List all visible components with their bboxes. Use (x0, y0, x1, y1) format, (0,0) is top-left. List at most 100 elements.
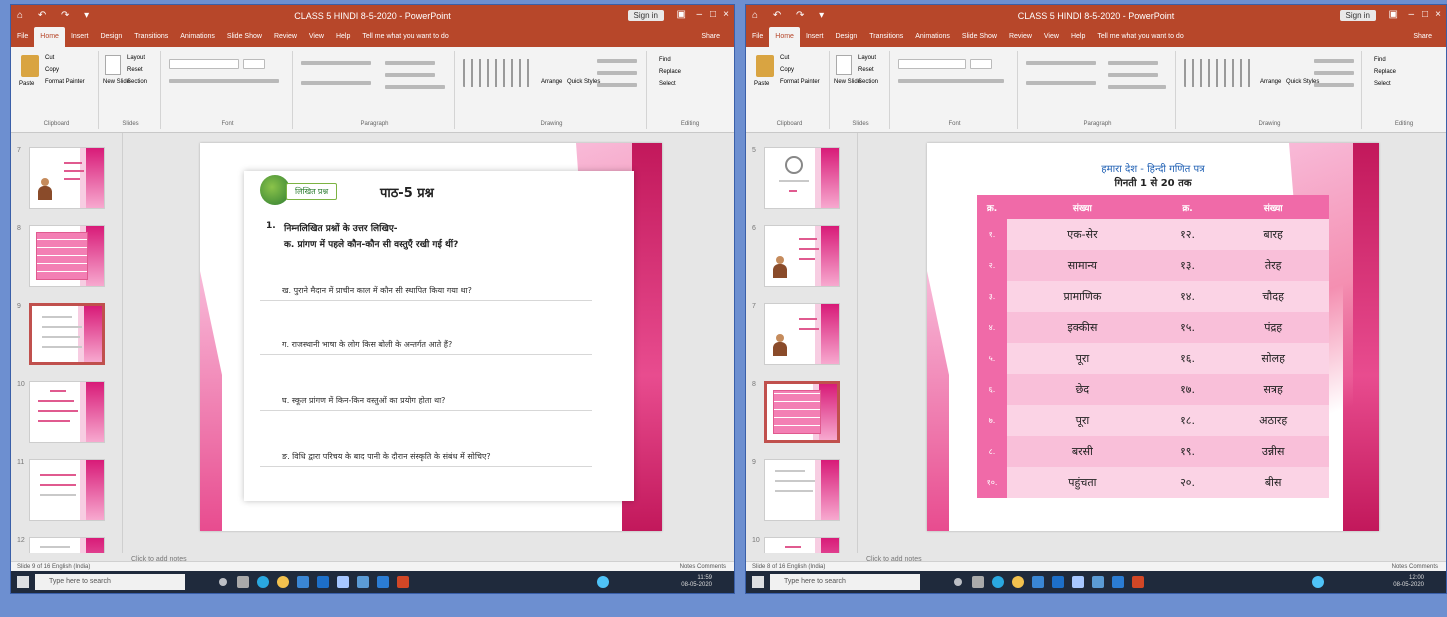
font-name-dropdown[interactable] (169, 59, 239, 69)
alignment-buttons[interactable] (301, 81, 371, 85)
shape-effects-button[interactable] (1314, 83, 1354, 87)
shape-effects-button[interactable] (597, 83, 637, 87)
close-icon[interactable]: × (1435, 9, 1441, 20)
slide-thumbnail[interactable] (29, 459, 105, 521)
convert-smartart-button[interactable] (385, 85, 445, 89)
security-icon[interactable] (1072, 576, 1084, 588)
tab-file[interactable]: File (746, 27, 769, 40)
tab-view[interactable]: View (303, 27, 330, 40)
font-format-buttons[interactable] (898, 79, 1004, 83)
chrome-icon[interactable] (1012, 576, 1024, 588)
paste-label[interactable]: Paste (19, 81, 34, 87)
shape-fill-button[interactable] (597, 59, 637, 63)
powerpoint-icon[interactable] (397, 576, 409, 588)
slide-thumbnail[interactable] (764, 147, 840, 209)
windows-start-icon[interactable] (17, 576, 29, 588)
paste-label[interactable]: Paste (754, 81, 769, 87)
slide-thumbnail-selected[interactable] (764, 381, 840, 443)
status-view-buttons[interactable]: Notes Comments (1392, 564, 1438, 570)
task-view-icon[interactable] (972, 576, 984, 588)
sign-in-button[interactable]: Sign in (1339, 10, 1376, 21)
slide-thumbnail[interactable] (29, 381, 105, 443)
shape-outline-button[interactable] (597, 71, 637, 75)
tab-design[interactable]: Design (829, 27, 863, 40)
cortana-icon[interactable] (219, 578, 227, 586)
explorer-icon[interactable] (297, 576, 309, 588)
tab-view[interactable]: View (1038, 27, 1065, 40)
tab-help[interactable]: Help (330, 27, 356, 40)
font-format-buttons[interactable] (169, 79, 279, 83)
tab-transitions[interactable]: Transitions (863, 27, 909, 40)
text-direction-button[interactable] (1108, 61, 1158, 65)
maximize-icon[interactable]: □ (1422, 9, 1428, 20)
new-slide-button[interactable]: New Slide (834, 79, 861, 85)
tab-animations[interactable]: Animations (909, 27, 956, 40)
paste-icon[interactable] (21, 55, 39, 77)
slide-thumbnail-selected[interactable] (29, 303, 105, 365)
maximize-icon[interactable]: □ (710, 9, 716, 20)
edge-icon[interactable] (992, 576, 1004, 588)
format-painter-button[interactable]: Format Painter (780, 79, 820, 85)
font-size-dropdown[interactable] (970, 59, 992, 69)
slide-thumbnail[interactable] (764, 459, 840, 521)
slide-thumbnail[interactable] (29, 147, 105, 209)
format-painter-button[interactable]: Format Painter (45, 79, 85, 85)
tab-file[interactable]: File (11, 27, 34, 40)
tell-me-search[interactable]: Tell me what you want to do (356, 27, 454, 40)
alignment-buttons[interactable] (1026, 81, 1096, 85)
section-button[interactable]: Section (127, 79, 147, 85)
list-buttons[interactable] (1026, 61, 1096, 65)
slide-thumbnail[interactable] (764, 225, 840, 287)
list-buttons[interactable] (301, 61, 371, 65)
reset-button[interactable]: Reset (858, 67, 874, 73)
select-button[interactable]: Select (1374, 81, 1391, 87)
slide-thumbnail[interactable] (29, 537, 105, 553)
cut-button[interactable]: Cut (780, 55, 789, 61)
current-slide[interactable]: हमारा देश - हिन्दी गणित पत्र गिनती 1 से … (927, 143, 1379, 531)
edge-icon[interactable] (257, 576, 269, 588)
convert-smartart-button[interactable] (1108, 85, 1166, 89)
tab-review[interactable]: Review (268, 27, 303, 40)
select-button[interactable]: Select (659, 81, 676, 87)
shapes-gallery[interactable] (1184, 59, 1254, 87)
layout-button[interactable]: Layout (127, 55, 145, 61)
arrange-button[interactable]: Arrange (541, 79, 562, 85)
copy-button[interactable]: Copy (780, 67, 794, 73)
tab-home[interactable]: Home (34, 27, 65, 47)
share-button[interactable]: Share (1407, 27, 1438, 40)
slide-thumbnail[interactable] (764, 303, 840, 365)
mail-icon[interactable] (357, 576, 369, 588)
text-direction-button[interactable] (385, 61, 435, 65)
shapes-gallery[interactable] (463, 59, 533, 87)
explorer-icon[interactable] (1032, 576, 1044, 588)
close-icon[interactable]: × (723, 9, 729, 20)
replace-button[interactable]: Replace (659, 69, 681, 75)
slide-thumbnails-pane[interactable]: 7 8 9 10 11 12 (11, 133, 123, 553)
tab-home[interactable]: Home (769, 27, 800, 47)
mail-icon[interactable] (1092, 576, 1104, 588)
taskbar-search[interactable]: Type here to search (35, 574, 185, 590)
tab-animations[interactable]: Animations (174, 27, 221, 40)
font-size-dropdown[interactable] (243, 59, 265, 69)
copy-button[interactable]: Copy (45, 67, 59, 73)
word-icon[interactable] (1112, 576, 1124, 588)
tell-me-search[interactable]: Tell me what you want to do (1091, 27, 1189, 40)
tab-design[interactable]: Design (94, 27, 128, 40)
find-button[interactable]: Find (1374, 57, 1386, 63)
new-slide-icon[interactable] (105, 55, 121, 75)
windows-start-icon[interactable] (752, 576, 764, 588)
shape-outline-button[interactable] (1314, 71, 1354, 75)
tab-slide-show[interactable]: Slide Show (221, 27, 268, 40)
network-icon[interactable] (1312, 576, 1324, 588)
tab-slide-show[interactable]: Slide Show (956, 27, 1003, 40)
quick-styles-button[interactable]: Quick Styles (567, 79, 600, 85)
new-slide-icon[interactable] (836, 55, 852, 75)
word-icon[interactable] (377, 576, 389, 588)
slide-thumbnail[interactable] (764, 537, 840, 553)
font-name-dropdown[interactable] (898, 59, 966, 69)
security-icon[interactable] (337, 576, 349, 588)
tab-insert[interactable]: Insert (800, 27, 830, 40)
tab-transitions[interactable]: Transitions (128, 27, 174, 40)
align-text-button[interactable] (385, 73, 435, 77)
paste-icon[interactable] (756, 55, 774, 77)
